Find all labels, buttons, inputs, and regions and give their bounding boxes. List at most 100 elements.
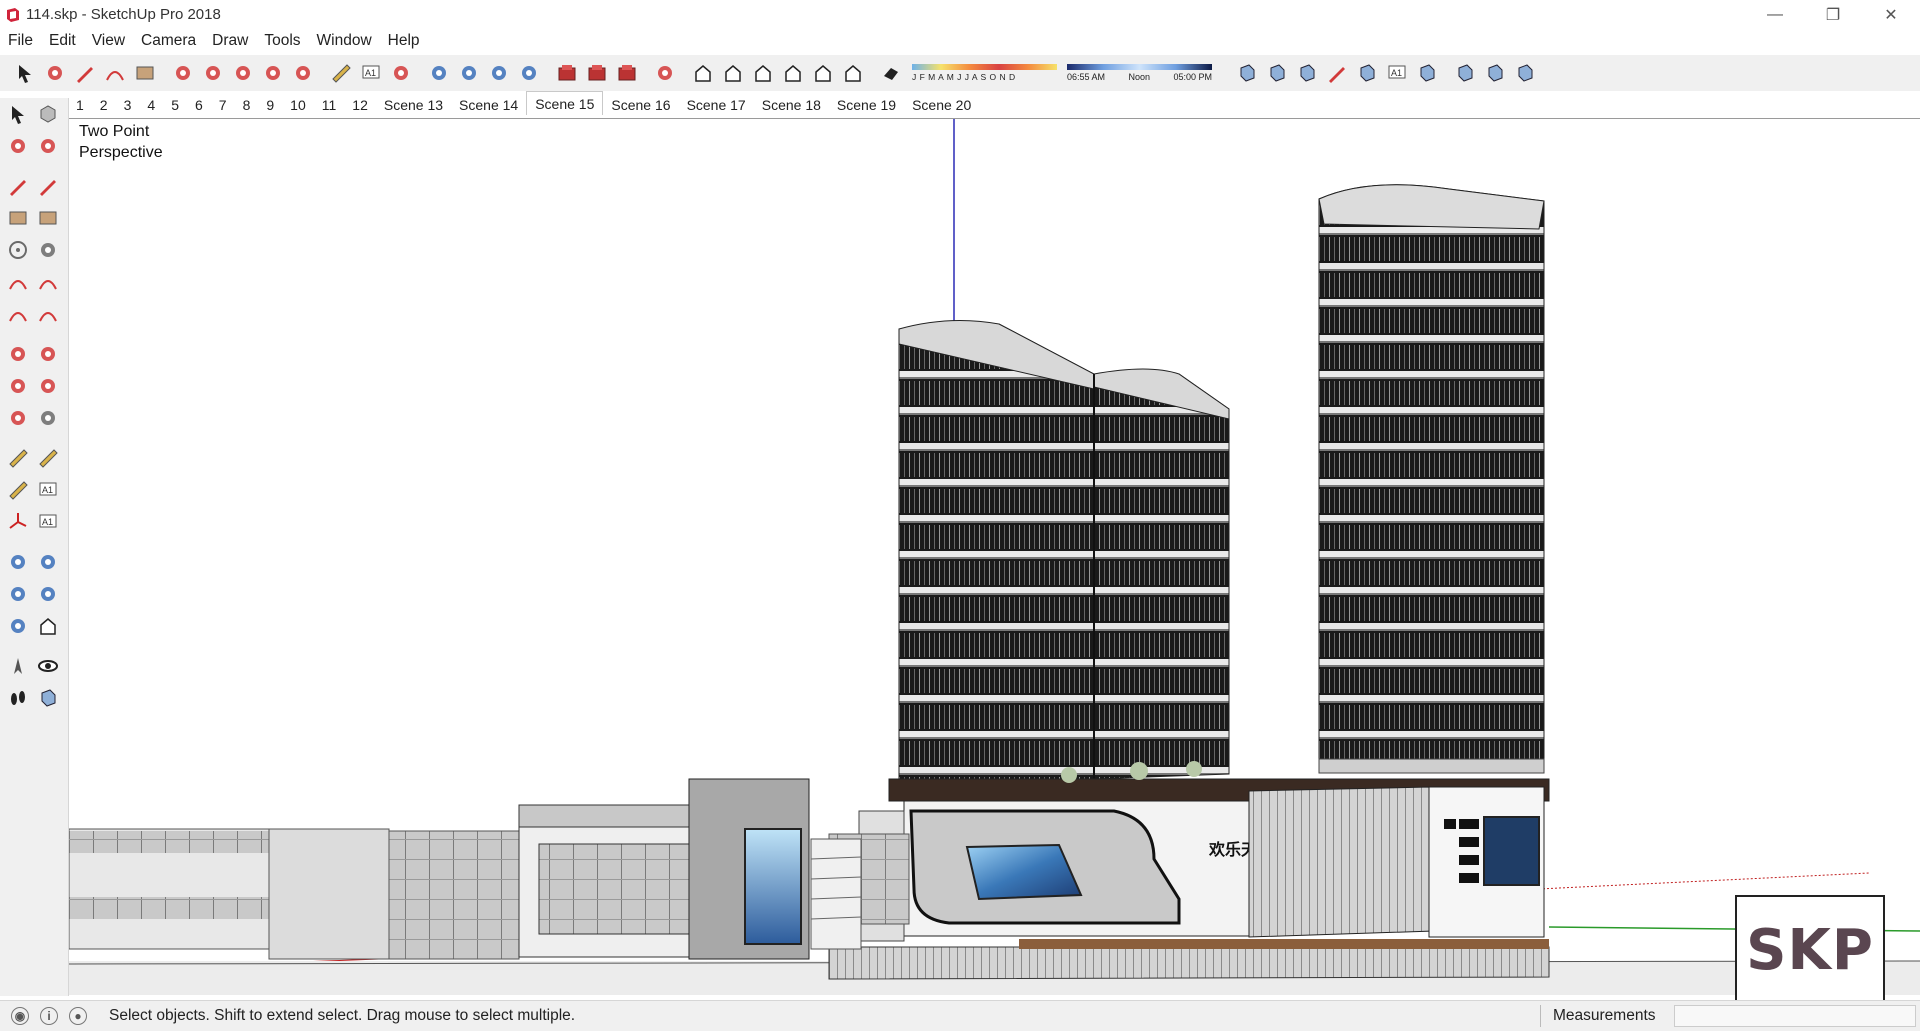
scene-tab[interactable]: 9 (258, 94, 282, 115)
menu-draw[interactable]: Draw (204, 32, 256, 50)
top-view-icon[interactable] (718, 58, 748, 88)
zoom-window-icon[interactable] (33, 579, 63, 609)
menu-help[interactable]: Help (380, 32, 428, 50)
menu-view[interactable]: View (84, 32, 133, 50)
scene-tab[interactable]: Scene 16 (603, 94, 678, 115)
section-fill-icon[interactable] (1510, 58, 1540, 88)
zoom-icon[interactable] (3, 579, 33, 609)
building-model[interactable]: 欢乐天 (69, 119, 1920, 995)
position-camera-icon[interactable] (3, 651, 33, 681)
scene-tab[interactable]: 8 (235, 94, 259, 115)
paint-bucket-icon[interactable] (386, 58, 416, 88)
pencil-icon[interactable] (70, 58, 100, 88)
rotate-icon[interactable] (3, 371, 33, 401)
middle-tower[interactable] (898, 319, 1230, 785)
scene-tab[interactable]: 7 (211, 94, 235, 115)
scale-icon[interactable] (3, 403, 33, 433)
polygon-icon[interactable] (33, 235, 63, 265)
three-point-arc-icon[interactable] (3, 299, 33, 329)
arc-icon[interactable] (100, 58, 130, 88)
menu-window[interactable]: Window (309, 32, 380, 50)
paint-bucket-icon[interactable] (3, 131, 33, 161)
extension-warehouse-icon[interactable] (582, 58, 612, 88)
rotated-rectangle-icon[interactable] (33, 203, 63, 233)
protractor-icon[interactable] (3, 475, 33, 505)
arc-icon[interactable] (3, 267, 33, 297)
text-icon[interactable]: A1 (356, 58, 386, 88)
hidden-line-icon[interactable] (1322, 58, 1352, 88)
component-icon[interactable] (33, 99, 63, 129)
model-viewport[interactable]: Two Point Perspective 欢乐天 (69, 118, 1920, 995)
rectangle-icon[interactable] (3, 203, 33, 233)
scene-tab[interactable]: 3 (116, 94, 140, 115)
scene-tab[interactable]: 1 (68, 94, 92, 115)
restore-icon[interactable]: ❐ (1804, 0, 1862, 29)
close-icon[interactable]: ✕ (1862, 0, 1920, 29)
shaded-textures-icon[interactable]: A1 (1382, 58, 1412, 88)
layout-icon[interactable] (612, 58, 642, 88)
zoom-extents-icon[interactable] (514, 58, 544, 88)
geo-location-icon[interactable]: ◉ (11, 1007, 29, 1025)
select-icon[interactable] (10, 58, 40, 88)
follow-me-icon[interactable] (33, 371, 63, 401)
walk-icon[interactable] (3, 683, 33, 713)
back-view-icon[interactable] (808, 58, 838, 88)
follow-me-icon[interactable] (198, 58, 228, 88)
axes-icon[interactable] (3, 507, 33, 537)
user-account-icon[interactable]: ● (69, 1007, 87, 1025)
scene-tab[interactable]: Scene 15 (526, 91, 604, 115)
shadow-date-slider[interactable]: J F M A M J J A S O N D (912, 64, 1057, 82)
shadows-icon[interactable] (876, 58, 906, 88)
move-icon[interactable] (3, 339, 33, 369)
circle-icon[interactable] (3, 235, 33, 265)
warehouse-icon[interactable] (552, 58, 582, 88)
orbit-icon[interactable] (424, 58, 454, 88)
scene-tab[interactable]: 10 (282, 94, 314, 115)
move-icon[interactable] (228, 58, 258, 88)
scene-tab[interactable]: Scene 13 (376, 94, 451, 115)
section-plane-icon[interactable] (1450, 58, 1480, 88)
text-icon[interactable]: A1 (33, 475, 63, 505)
measurements-input[interactable] (1673, 1005, 1916, 1027)
select-icon[interactable] (3, 99, 33, 129)
scene-tab[interactable]: Scene 19 (829, 94, 904, 115)
freehand-icon[interactable] (33, 171, 63, 201)
rotate-icon[interactable] (258, 58, 288, 88)
right-tower[interactable] (1318, 184, 1545, 774)
orbit-icon[interactable] (3, 547, 33, 577)
tape-measure-icon[interactable] (3, 443, 33, 473)
menu-file[interactable]: File (0, 32, 41, 50)
menu-tools[interactable]: Tools (256, 32, 308, 50)
scene-tab[interactable]: Scene 14 (451, 94, 526, 115)
eraser-icon[interactable] (40, 58, 70, 88)
push-pull-icon[interactable] (168, 58, 198, 88)
monochrome-icon[interactable] (1412, 58, 1442, 88)
offset-icon[interactable] (33, 403, 63, 433)
shaded-icon[interactable] (1352, 58, 1382, 88)
scene-tab[interactable]: 12 (344, 94, 376, 115)
dimension-icon[interactable] (33, 443, 63, 473)
scene-tab[interactable]: Scene 17 (679, 94, 754, 115)
look-around-icon[interactable] (33, 651, 63, 681)
back-edges-icon[interactable] (1262, 58, 1292, 88)
zoom-extents-icon[interactable] (3, 611, 33, 641)
zoom-icon[interactable] (484, 58, 514, 88)
section-cut-icon[interactable] (1480, 58, 1510, 88)
lowrise-buildings[interactable] (69, 778, 862, 960)
3d-text-icon[interactable]: A1 (33, 507, 63, 537)
right-view-icon[interactable] (778, 58, 808, 88)
pan-icon[interactable] (454, 58, 484, 88)
scene-tab[interactable]: Scene 18 (754, 94, 829, 115)
ruby-icon[interactable] (650, 58, 680, 88)
wireframe-icon[interactable] (1292, 58, 1322, 88)
shadow-time-slider[interactable]: 06:55 AM Noon 05:00 PM (1067, 64, 1212, 82)
section-plane-icon[interactable] (33, 683, 63, 713)
rectangle-icon[interactable] (130, 58, 160, 88)
iso-view-icon[interactable] (688, 58, 718, 88)
eraser-icon[interactable] (33, 131, 63, 161)
scene-tab[interactable]: 11 (314, 94, 345, 115)
tape-measure-icon[interactable] (326, 58, 356, 88)
scene-tab[interactable]: 4 (139, 94, 163, 115)
line-icon[interactable] (3, 171, 33, 201)
scene-tab[interactable]: 5 (163, 94, 187, 115)
